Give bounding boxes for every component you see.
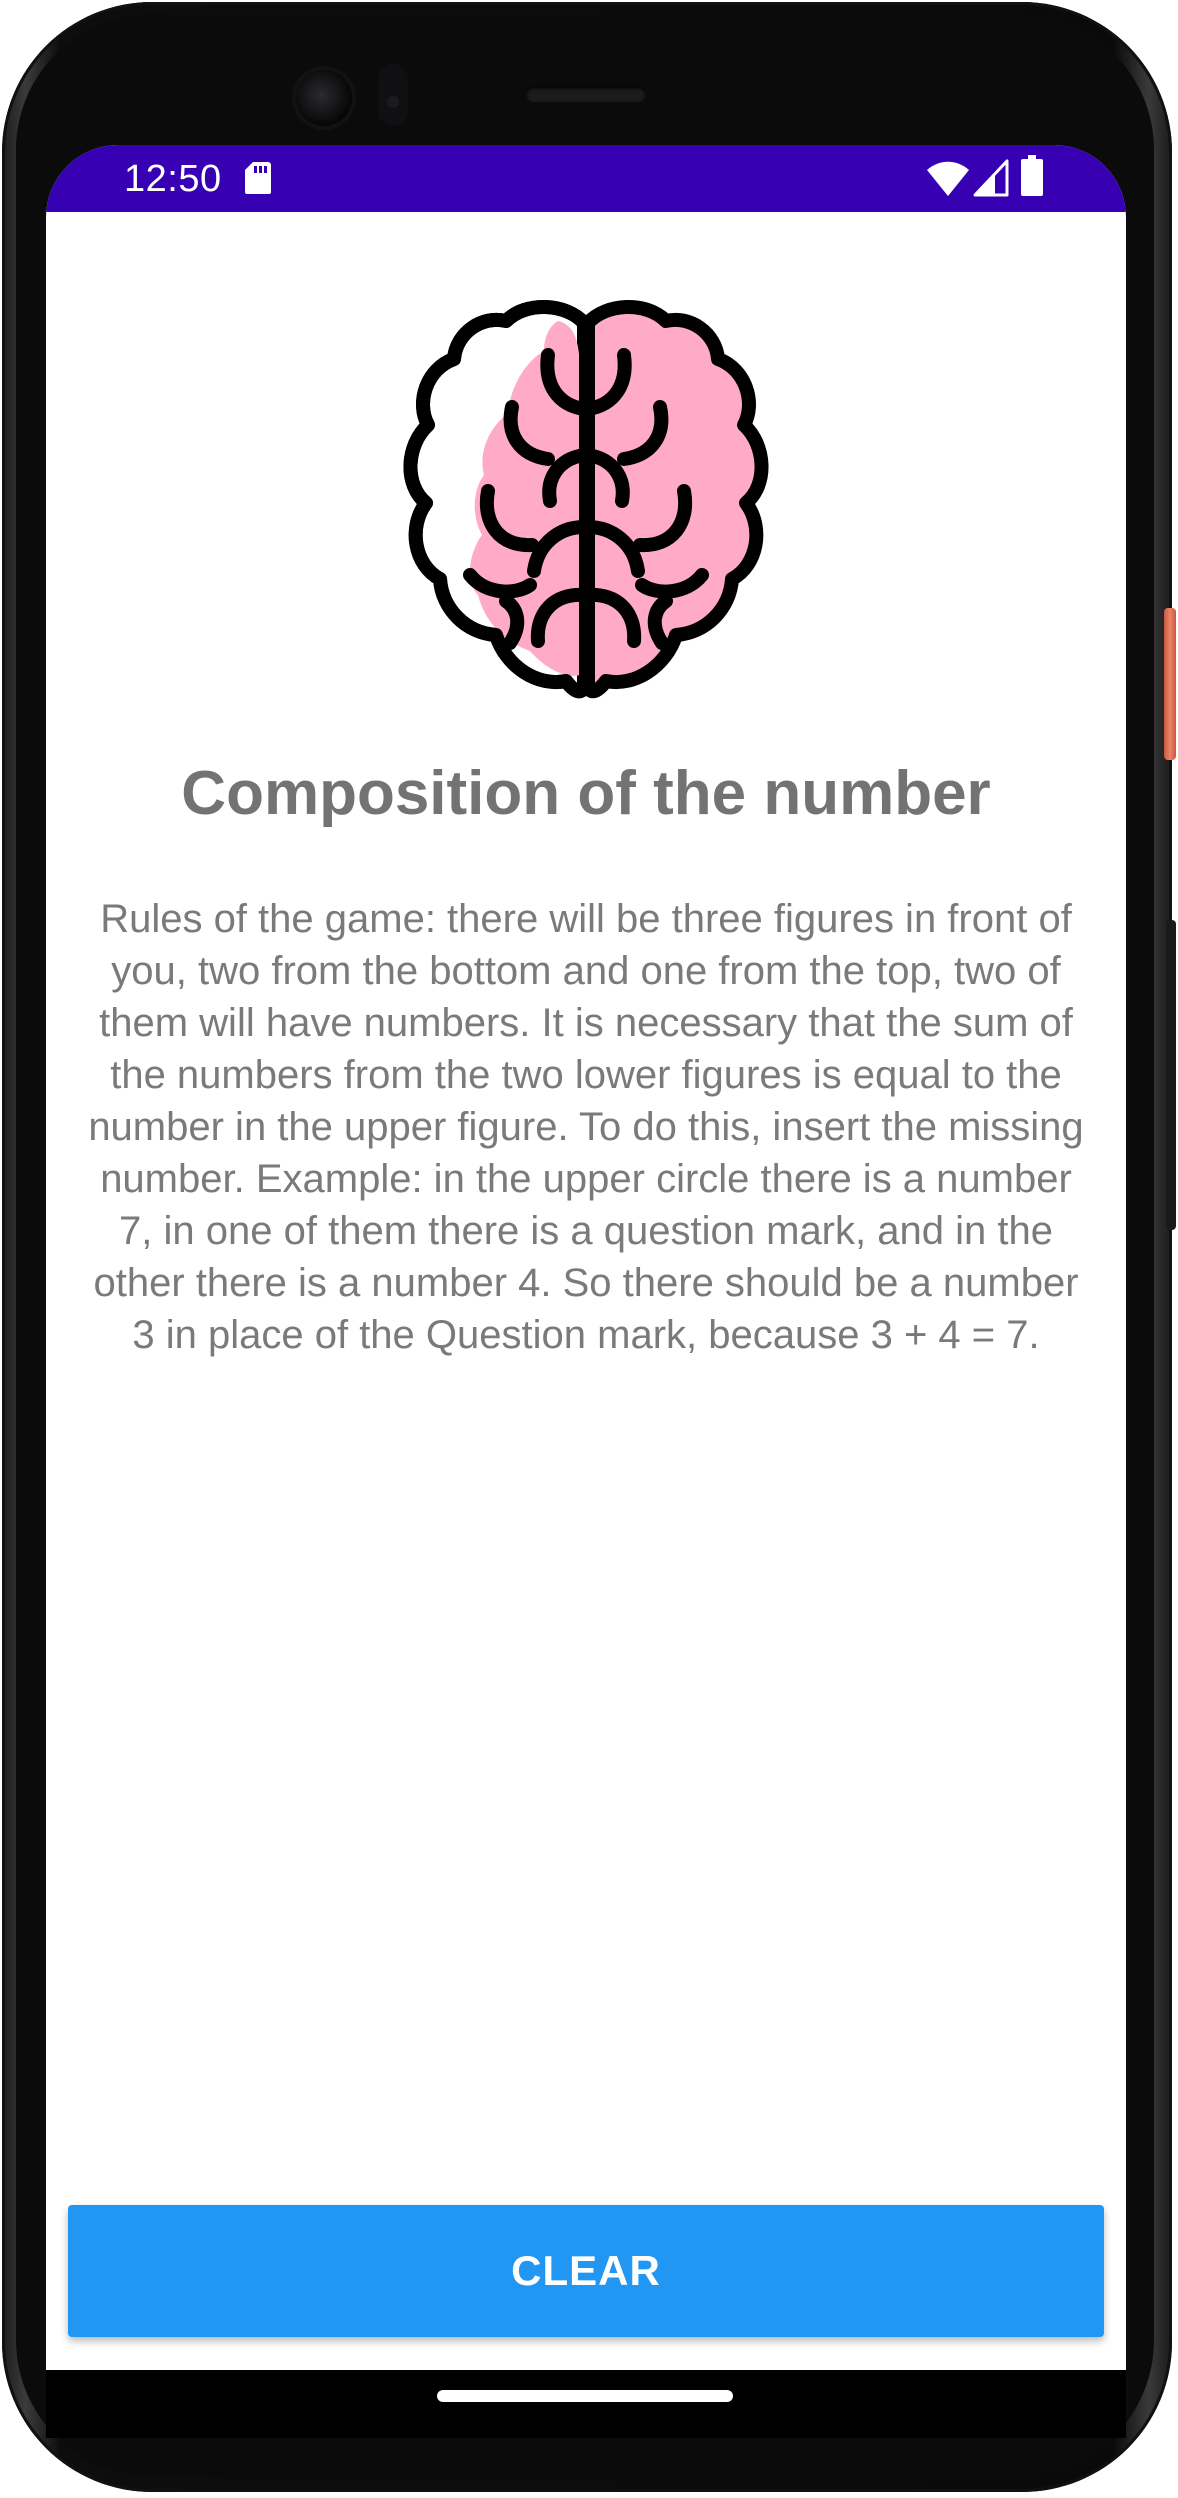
navigation-bar — [46, 2370, 1126, 2438]
proximity-sensor — [378, 64, 408, 126]
power-button — [1164, 608, 1176, 760]
earpiece-speaker — [526, 86, 646, 102]
cell-signal-icon — [973, 159, 1009, 197]
game-rules-text: Rules of the game: there will be three f… — [88, 897, 1084, 1357]
sd-card-icon — [245, 162, 271, 194]
wifi-icon — [927, 161, 969, 196]
battery-icon — [1021, 155, 1043, 196]
home-indicator[interactable] — [437, 2390, 733, 2402]
brain-icon — [403, 300, 769, 699]
clear-button[interactable]: CLEAR — [68, 2205, 1104, 2337]
front-camera — [296, 70, 352, 126]
status-time: 12:50 — [124, 158, 222, 200]
status-bar: 12:50 — [46, 145, 1126, 212]
page-title: Composition of the number — [181, 759, 991, 828]
volume-button — [1166, 920, 1176, 1230]
app-screen: 12:50 Composition of the number Rules of… — [46, 145, 1126, 2370]
